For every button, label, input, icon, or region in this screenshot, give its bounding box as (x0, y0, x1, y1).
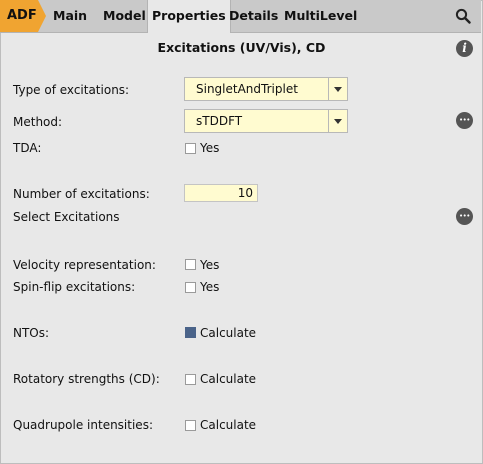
info-icon[interactable]: i (456, 40, 473, 57)
spin-flip-label: Spin-flip excitations: (13, 280, 136, 294)
method-label: Method: (13, 115, 63, 129)
rotatory-option-label: Calculate (200, 372, 257, 386)
method-value: sTDDFT (196, 114, 243, 128)
method-select[interactable]: sTDDFT (184, 109, 348, 133)
select-excitations-more-icon[interactable] (456, 208, 473, 225)
rotatory-strengths-label: Rotatory strengths (CD): (13, 372, 160, 386)
type-of-excitations-value: SingletAndTriplet (196, 82, 298, 96)
tab-model[interactable]: Model (103, 0, 146, 32)
tab-multilevel[interactable]: MultiLevel (284, 0, 357, 32)
velocity-representation-checkbox[interactable] (185, 259, 196, 270)
tab-bar: ADF Main Model Properties Details MultiL… (0, 0, 481, 33)
number-of-excitations-label: Number of excitations: (13, 187, 150, 201)
ntos-label: NTOs: (13, 326, 50, 340)
tda-label: TDA: (13, 141, 42, 155)
method-more-options-icon[interactable] (456, 112, 473, 129)
chevron-down-icon[interactable] (328, 110, 347, 132)
chevron-down-icon[interactable] (328, 78, 347, 100)
select-excitations-label: Select Excitations (13, 210, 120, 224)
panel-frame (0, 0, 483, 464)
spin-flip-checkbox[interactable] (185, 282, 196, 293)
velocity-representation-label: Velocity representation: (13, 258, 156, 272)
tab-properties[interactable]: Properties (147, 0, 231, 33)
type-of-excitations-select[interactable]: SingletAndTriplet (184, 77, 348, 101)
quadrupole-option-label: Calculate (200, 418, 257, 432)
panel-title: Excitations (UV/Vis), CD (157, 40, 326, 55)
tab-main[interactable]: Main (53, 0, 87, 32)
number-of-excitations-input[interactable]: 10 (184, 184, 258, 202)
tab-details[interactable]: Details (229, 0, 278, 32)
tda-checkbox[interactable] (185, 143, 196, 154)
search-icon[interactable] (455, 8, 471, 24)
quadrupole-intensities-label: Quadrupole intensities: (13, 418, 153, 432)
type-of-excitations-label: Type of excitations: (13, 83, 130, 97)
ntos-option-label: Calculate (200, 326, 257, 340)
velocity-option-label: Yes (200, 258, 220, 272)
ntos-checkbox[interactable] (185, 327, 196, 338)
rotatory-strengths-checkbox[interactable] (185, 374, 196, 385)
spin-flip-option-label: Yes (200, 280, 220, 294)
tda-option-label: Yes (200, 141, 220, 155)
tab-adf[interactable]: ADF (0, 0, 46, 32)
quadrupole-intensities-checkbox[interactable] (185, 420, 196, 431)
